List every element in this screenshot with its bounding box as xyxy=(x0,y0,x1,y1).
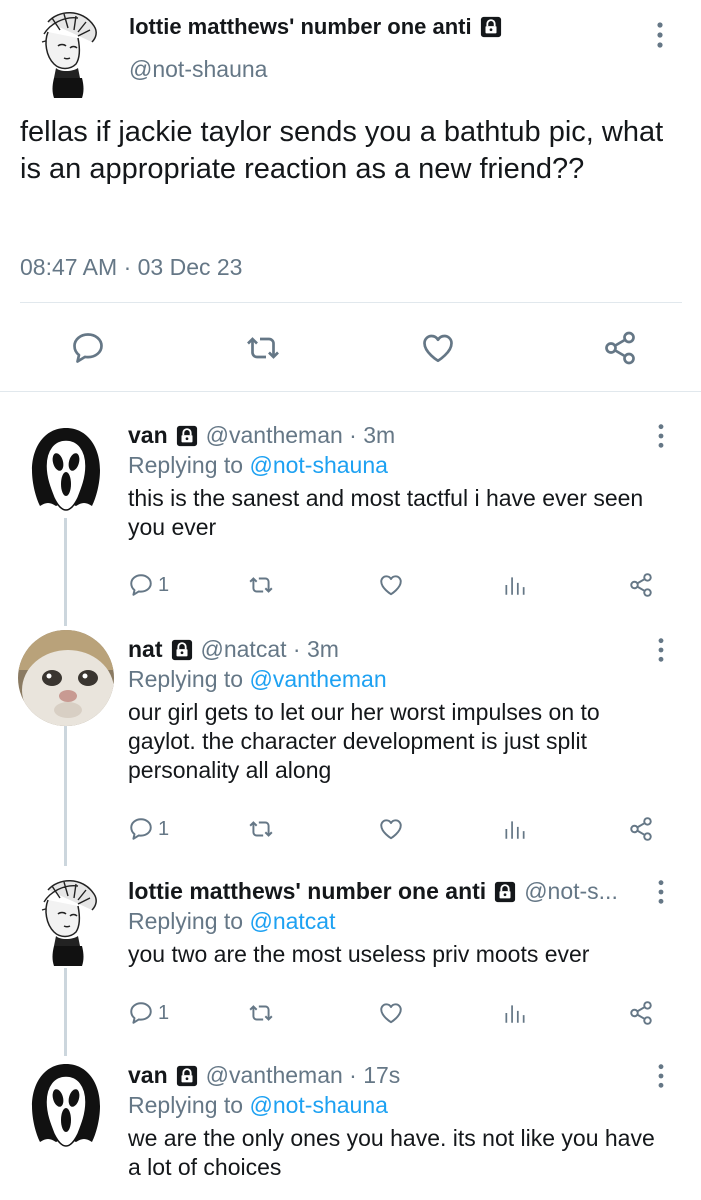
author-name[interactable]: nat xyxy=(128,636,163,663)
author-handle-time[interactable]: @not-s... xyxy=(524,878,618,905)
comment-icon xyxy=(128,1000,154,1026)
share-button[interactable] xyxy=(628,814,654,844)
share-icon xyxy=(628,572,654,598)
reply-tweet[interactable]: van @vantheman · 17s Replying to @not-sh… xyxy=(0,1062,701,1200)
avatar[interactable] xyxy=(18,422,114,518)
avatar[interactable] xyxy=(18,1058,114,1154)
share-icon xyxy=(628,1000,654,1026)
more-vertical-icon[interactable] xyxy=(652,1062,670,1090)
reply-button[interactable] xyxy=(68,328,108,368)
author-name[interactable]: van xyxy=(128,1062,168,1089)
lock-icon xyxy=(494,881,516,903)
replying-to-prefix: Replying to xyxy=(128,452,250,478)
replying-to: Replying to @natcat xyxy=(128,908,335,935)
share-icon xyxy=(628,816,654,842)
main-tweet: lottie matthews' number one anti @not-sh… xyxy=(0,0,701,392)
like-button[interactable] xyxy=(378,998,404,1028)
reply-text: you two are the most useless priv moots … xyxy=(128,941,590,967)
comment-icon xyxy=(70,330,106,366)
replying-to-link[interactable]: @natcat xyxy=(249,908,335,934)
retweet-button[interactable] xyxy=(248,570,274,600)
more-vertical-icon[interactable] xyxy=(652,422,670,450)
replying-to: Replying to @vantheman xyxy=(128,666,387,693)
retweet-icon xyxy=(248,572,274,598)
reply-button[interactable]: 1 xyxy=(128,998,169,1028)
more-vertical-icon[interactable] xyxy=(652,636,670,664)
retweet-icon xyxy=(248,816,274,842)
like-button[interactable] xyxy=(378,814,404,844)
retweet-icon xyxy=(248,1000,274,1026)
author-handle[interactable]: @not-shauna xyxy=(129,56,267,83)
avatar[interactable] xyxy=(18,870,114,966)
replying-to-link[interactable]: @not-shauna xyxy=(249,452,387,478)
like-button[interactable] xyxy=(418,328,458,368)
author-name[interactable]: van xyxy=(128,422,168,449)
replying-to-link[interactable]: @not-shauna xyxy=(249,1092,387,1118)
avatar[interactable] xyxy=(18,630,114,726)
stats-icon xyxy=(502,1000,528,1026)
reply-text: we are the only ones you have. its not l… xyxy=(128,1125,655,1180)
reply-meta: nat @natcat · 3m xyxy=(128,636,648,663)
reply-text: our girl gets to let our her worst impul… xyxy=(128,699,600,783)
retweet-icon xyxy=(245,330,281,366)
more-vertical-icon[interactable] xyxy=(652,878,670,906)
author-name[interactable]: lottie matthews' number one anti xyxy=(128,878,486,905)
lock-icon xyxy=(176,1065,198,1087)
replying-to-prefix: Replying to xyxy=(128,666,250,692)
reply-tweet[interactable]: van @vantheman · 3m Replying to @not-sha… xyxy=(0,422,701,608)
author-handle-time[interactable]: @vantheman · 3m xyxy=(206,422,396,449)
reply-actions: 1 xyxy=(128,570,668,600)
reply-count: 1 xyxy=(158,1001,170,1024)
reply-meta: van @vantheman · 3m xyxy=(128,422,648,449)
author-name[interactable]: lottie matthews' number one anti xyxy=(129,14,502,40)
retweet-button[interactable] xyxy=(248,814,274,844)
replying-to-prefix: Replying to xyxy=(128,1092,250,1118)
reply-button[interactable]: 1 xyxy=(128,814,169,844)
retweet-button[interactable] xyxy=(248,998,274,1028)
heart-icon xyxy=(378,816,404,842)
lock-icon xyxy=(176,425,198,447)
tweet-timestamp: 08:47 AM · 03 Dec 23 xyxy=(20,254,243,280)
section-divider xyxy=(0,391,701,392)
lock-icon xyxy=(480,16,502,38)
reply-button[interactable]: 1 xyxy=(128,570,169,600)
more-vertical-icon[interactable] xyxy=(650,20,670,50)
author-handle-time[interactable]: @vantheman · 17s xyxy=(206,1062,401,1089)
stats-button[interactable] xyxy=(502,570,528,600)
replying-to: Replying to @not-shauna xyxy=(128,452,388,479)
share-button[interactable] xyxy=(600,328,640,368)
share-button[interactable] xyxy=(628,570,654,600)
stats-button[interactable] xyxy=(502,814,528,844)
lock-icon xyxy=(171,639,193,661)
reply-actions: 1 xyxy=(128,814,668,844)
heart-icon xyxy=(420,330,456,366)
comment-icon xyxy=(128,816,154,842)
divider xyxy=(20,302,682,303)
heart-icon xyxy=(378,572,404,598)
author-handle-time[interactable]: @natcat · 3m xyxy=(201,636,339,663)
reply-tweet[interactable]: nat @natcat · 3m Replying to @vantheman … xyxy=(0,636,701,846)
retweet-button[interactable] xyxy=(243,328,283,368)
replying-to-prefix: Replying to xyxy=(128,908,250,934)
comment-icon xyxy=(128,572,154,598)
share-icon xyxy=(602,330,638,366)
stats-button[interactable] xyxy=(502,998,528,1028)
reply-meta: van @vantheman · 17s xyxy=(128,1062,648,1089)
tweet-text: fellas if jackie taylor sends you a bath… xyxy=(20,116,664,185)
reply-count: 1 xyxy=(158,573,170,596)
avatar[interactable] xyxy=(18,2,114,98)
stats-icon xyxy=(502,816,528,842)
replying-to-link[interactable]: @vantheman xyxy=(249,666,386,692)
reply-meta: lottie matthews' number one anti @not-s.… xyxy=(128,878,642,905)
reply-tweet[interactable]: lottie matthews' number one anti @not-s.… xyxy=(0,878,701,1038)
author-name-text[interactable]: lottie matthews' number one anti xyxy=(129,14,472,40)
share-button[interactable] xyxy=(628,998,654,1028)
heart-icon xyxy=(378,1000,404,1026)
reply-text: this is the sanest and most tactful i ha… xyxy=(128,485,644,540)
reply-actions: 1 xyxy=(128,998,668,1028)
like-button[interactable] xyxy=(378,570,404,600)
stats-icon xyxy=(502,572,528,598)
replying-to: Replying to @not-shauna xyxy=(128,1092,388,1119)
reply-count: 1 xyxy=(158,817,170,840)
